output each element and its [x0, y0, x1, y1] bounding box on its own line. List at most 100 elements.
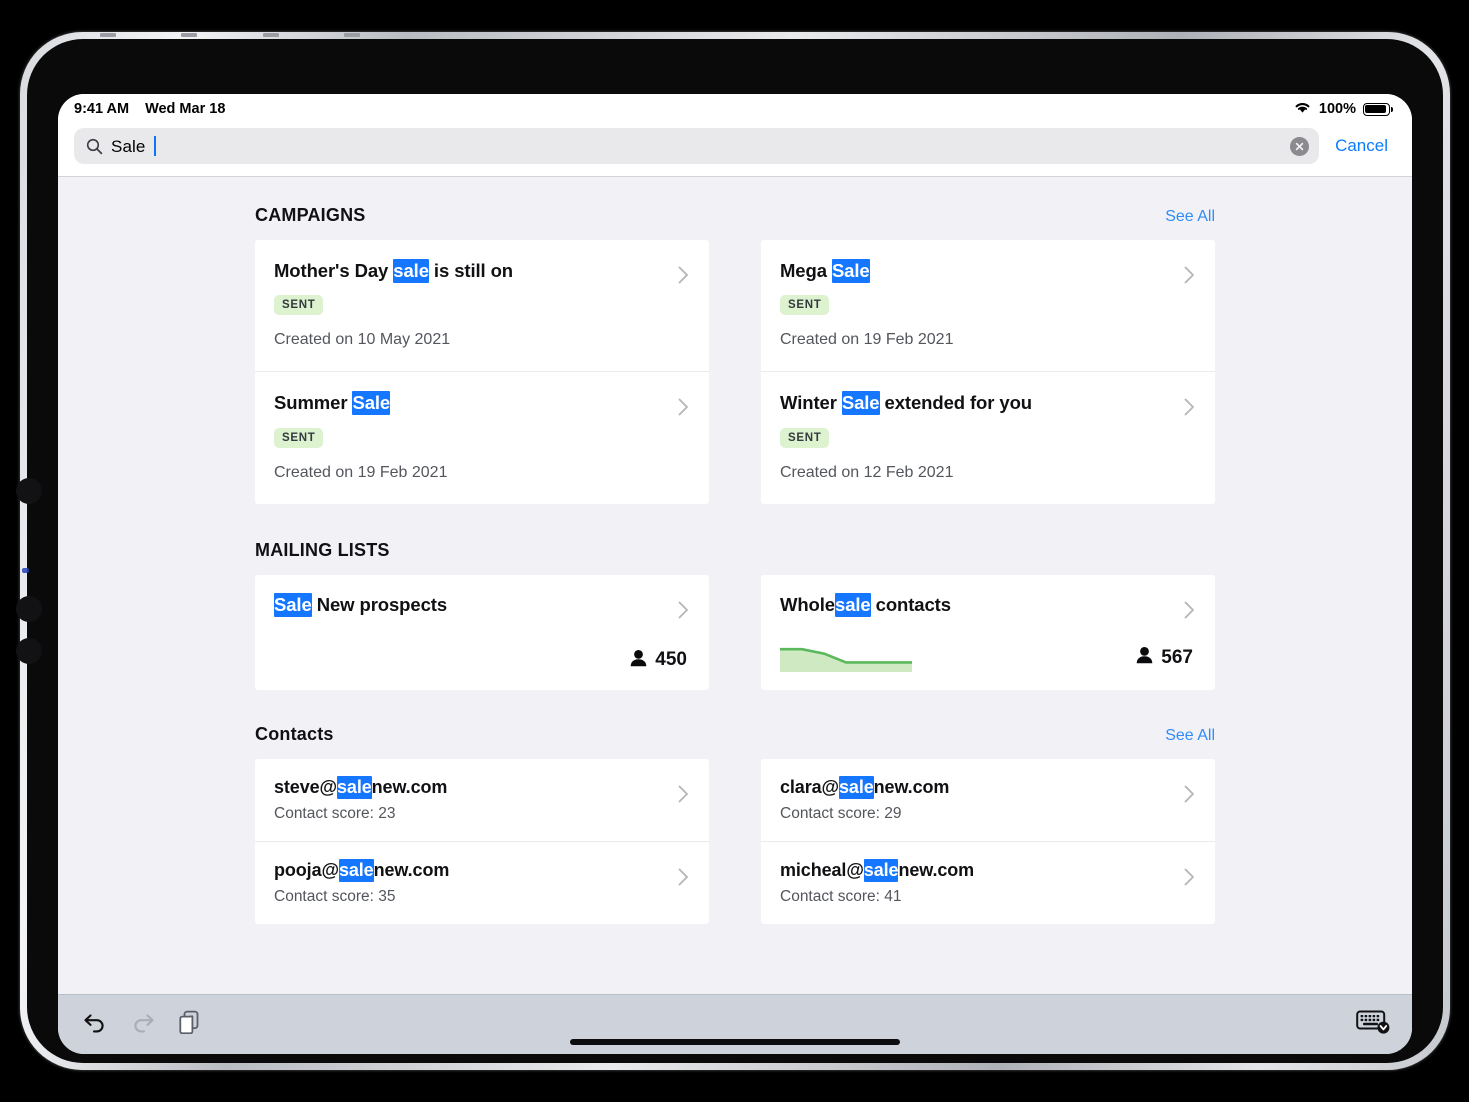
contact-score: Contact score: 41	[780, 887, 902, 905]
wifi-icon	[1293, 100, 1312, 118]
redo-icon[interactable]	[130, 1011, 156, 1038]
campaign-title-after: is still on	[428, 260, 514, 281]
shortcut-bar-left	[82, 1010, 201, 1039]
contact-row[interactable]: steve@salenew.com Contact score: 23	[255, 759, 709, 841]
campaign-title: Winter Sale extended for you	[780, 391, 1193, 416]
status-badge: SENT	[780, 295, 830, 316]
battery-percent: 100%	[1318, 101, 1356, 117]
search-highlight: Sale	[841, 391, 880, 416]
chevron-right-icon	[1184, 266, 1195, 289]
mailing-list-card-right: Wholesale contacts 567	[761, 574, 1215, 690]
campaign-title-before: Winter	[780, 392, 842, 414]
mailing-list-title: Sale New prospects	[274, 592, 687, 617]
status-bar-left: 9:41 AM Wed Mar 18	[74, 101, 225, 117]
undo-icon[interactable]	[82, 1011, 108, 1038]
home-indicator	[570, 1039, 900, 1045]
mailing-list-card-left: Sale New prospects 450	[255, 574, 709, 690]
campaign-created-date: Created on 10 May 2021	[274, 331, 451, 349]
mailing-list-title-after: contacts	[870, 593, 951, 615]
contact-email: pooja@salenew.com	[274, 858, 687, 882]
contact-email: micheal@salenew.com	[780, 858, 1193, 882]
search-highlight: Sale	[274, 592, 312, 617]
results-inner: CAMPAIGNS See All Mother's Day sale is s…	[255, 205, 1215, 924]
antenna-mark	[181, 32, 198, 37]
mailing-list-footer: 567	[778, 644, 1193, 672]
campaign-created-date: Created on 19 Feb 2021	[780, 331, 954, 349]
mailing-list-title-after: New prospects	[311, 593, 448, 615]
chevron-right-icon	[678, 601, 689, 624]
campaign-title-before: Summer	[274, 392, 353, 414]
campaigns-see-all-link[interactable]: See All	[1165, 208, 1215, 226]
antenna-mark	[343, 32, 360, 37]
campaign-title: Mega Sale	[780, 259, 1193, 283]
campaigns-grid: Mother's Day sale is still on SENT Creat…	[255, 240, 1215, 504]
status-badge: SENT	[274, 295, 324, 316]
campaign-title-before: Mother's Day	[274, 260, 394, 281]
activity-sparkline-chart	[778, 644, 914, 672]
subscriber-count: 567	[1136, 646, 1193, 669]
chevron-right-icon	[678, 785, 689, 808]
chevron-right-icon	[1184, 601, 1195, 624]
contact-email-after: new.com	[371, 776, 448, 797]
contacts-grid: steve@salenew.com Contact score: 23 pooj…	[255, 758, 1215, 924]
mailing-list-title-before: Whole	[780, 593, 835, 615]
cancel-button[interactable]: Cancel	[1333, 134, 1390, 158]
campaign-title-before: Mega	[780, 260, 832, 281]
search-highlight: sale	[863, 858, 899, 882]
chevron-right-icon	[678, 398, 689, 421]
contacts-see-all-link[interactable]: See All	[1165, 727, 1215, 745]
campaign-title-after: extended for you	[879, 392, 1033, 414]
mailing-list-row[interactable]: Wholesale contacts 567	[761, 575, 1215, 690]
search-results: CAMPAIGNS See All Mother's Day sale is s…	[58, 177, 1412, 994]
mailing-list-title: Wholesale contacts	[780, 592, 1193, 617]
shortcut-bar-right	[1356, 1009, 1390, 1040]
mailing-lists-grid: Sale New prospects 450 Wholesale contact…	[255, 574, 1215, 690]
antenna-marks	[100, 32, 360, 37]
mailing-lists-title: MAILING LISTS	[255, 539, 390, 560]
contact-row[interactable]: pooja@salenew.com Contact score: 35	[255, 840, 709, 924]
paste-icon[interactable]	[178, 1010, 201, 1039]
side-led-indicator	[22, 568, 29, 573]
campaigns-card-left: Mother's Day sale is still on SENT Creat…	[255, 240, 709, 504]
keyboard-shortcut-bar	[58, 994, 1412, 1054]
search-highlight: Sale	[831, 259, 870, 283]
campaign-row[interactable]: Winter Sale extended for you SENT Create…	[761, 371, 1215, 503]
search-bar: Sale Cancel	[58, 124, 1412, 177]
device-stage: 9:41 AM Wed Mar 18 100% Sale Cancel CAMP…	[0, 0, 1469, 1102]
status-badge: SENT	[274, 427, 324, 448]
search-highlight: sale	[393, 259, 429, 283]
contact-score: Contact score: 35	[274, 887, 396, 905]
antenna-mark	[100, 32, 116, 37]
hide-keyboard-icon[interactable]	[1356, 1009, 1390, 1040]
subscriber-count-value: 450	[655, 649, 687, 671]
clear-circle-icon[interactable]	[1290, 136, 1310, 156]
contact-email-after: new.com	[898, 859, 975, 880]
contact-row[interactable]: micheal@salenew.com Contact score: 41	[761, 840, 1215, 924]
campaign-created-date: Created on 12 Feb 2021	[780, 463, 954, 481]
chevron-right-icon	[678, 868, 689, 891]
campaigns-title: CAMPAIGNS	[255, 205, 366, 225]
contact-email-before: steve@	[274, 776, 337, 797]
campaign-row[interactable]: Mega Sale SENT Created on 19 Feb 2021	[761, 240, 1215, 371]
search-highlight: sale	[337, 775, 372, 799]
campaign-row[interactable]: Mother's Day sale is still on SENT Creat…	[255, 240, 709, 371]
campaign-title: Mother's Day sale is still on	[274, 259, 687, 283]
status-bar: 9:41 AM Wed Mar 18 100%	[58, 94, 1412, 124]
side-sensor-dot	[16, 596, 42, 622]
search-input[interactable]: Sale	[74, 128, 1320, 164]
mailing-list-row[interactable]: Sale New prospects 450	[255, 575, 709, 690]
campaign-row[interactable]: Summer Sale SENT Created on 19 Feb 2021	[255, 371, 709, 503]
person-icon	[630, 649, 647, 672]
campaigns-section-header: CAMPAIGNS See All	[255, 205, 1215, 226]
contacts-title: Contacts	[255, 723, 334, 744]
search-highlight: Sale	[352, 391, 391, 416]
screen: 9:41 AM Wed Mar 18 100% Sale Cancel CAMP…	[58, 94, 1412, 1054]
contacts-card-left: steve@salenew.com Contact score: 23 pooj…	[255, 758, 709, 924]
status-bar-right: 100%	[1293, 100, 1393, 118]
contact-email-before: pooja@	[274, 859, 339, 880]
contact-row[interactable]: clara@salenew.com Contact score: 29	[761, 759, 1215, 841]
contacts-section-header: Contacts See All	[255, 724, 1215, 745]
chevron-right-icon	[1184, 398, 1195, 421]
chevron-right-icon	[1184, 785, 1195, 808]
antenna-mark	[262, 32, 279, 37]
